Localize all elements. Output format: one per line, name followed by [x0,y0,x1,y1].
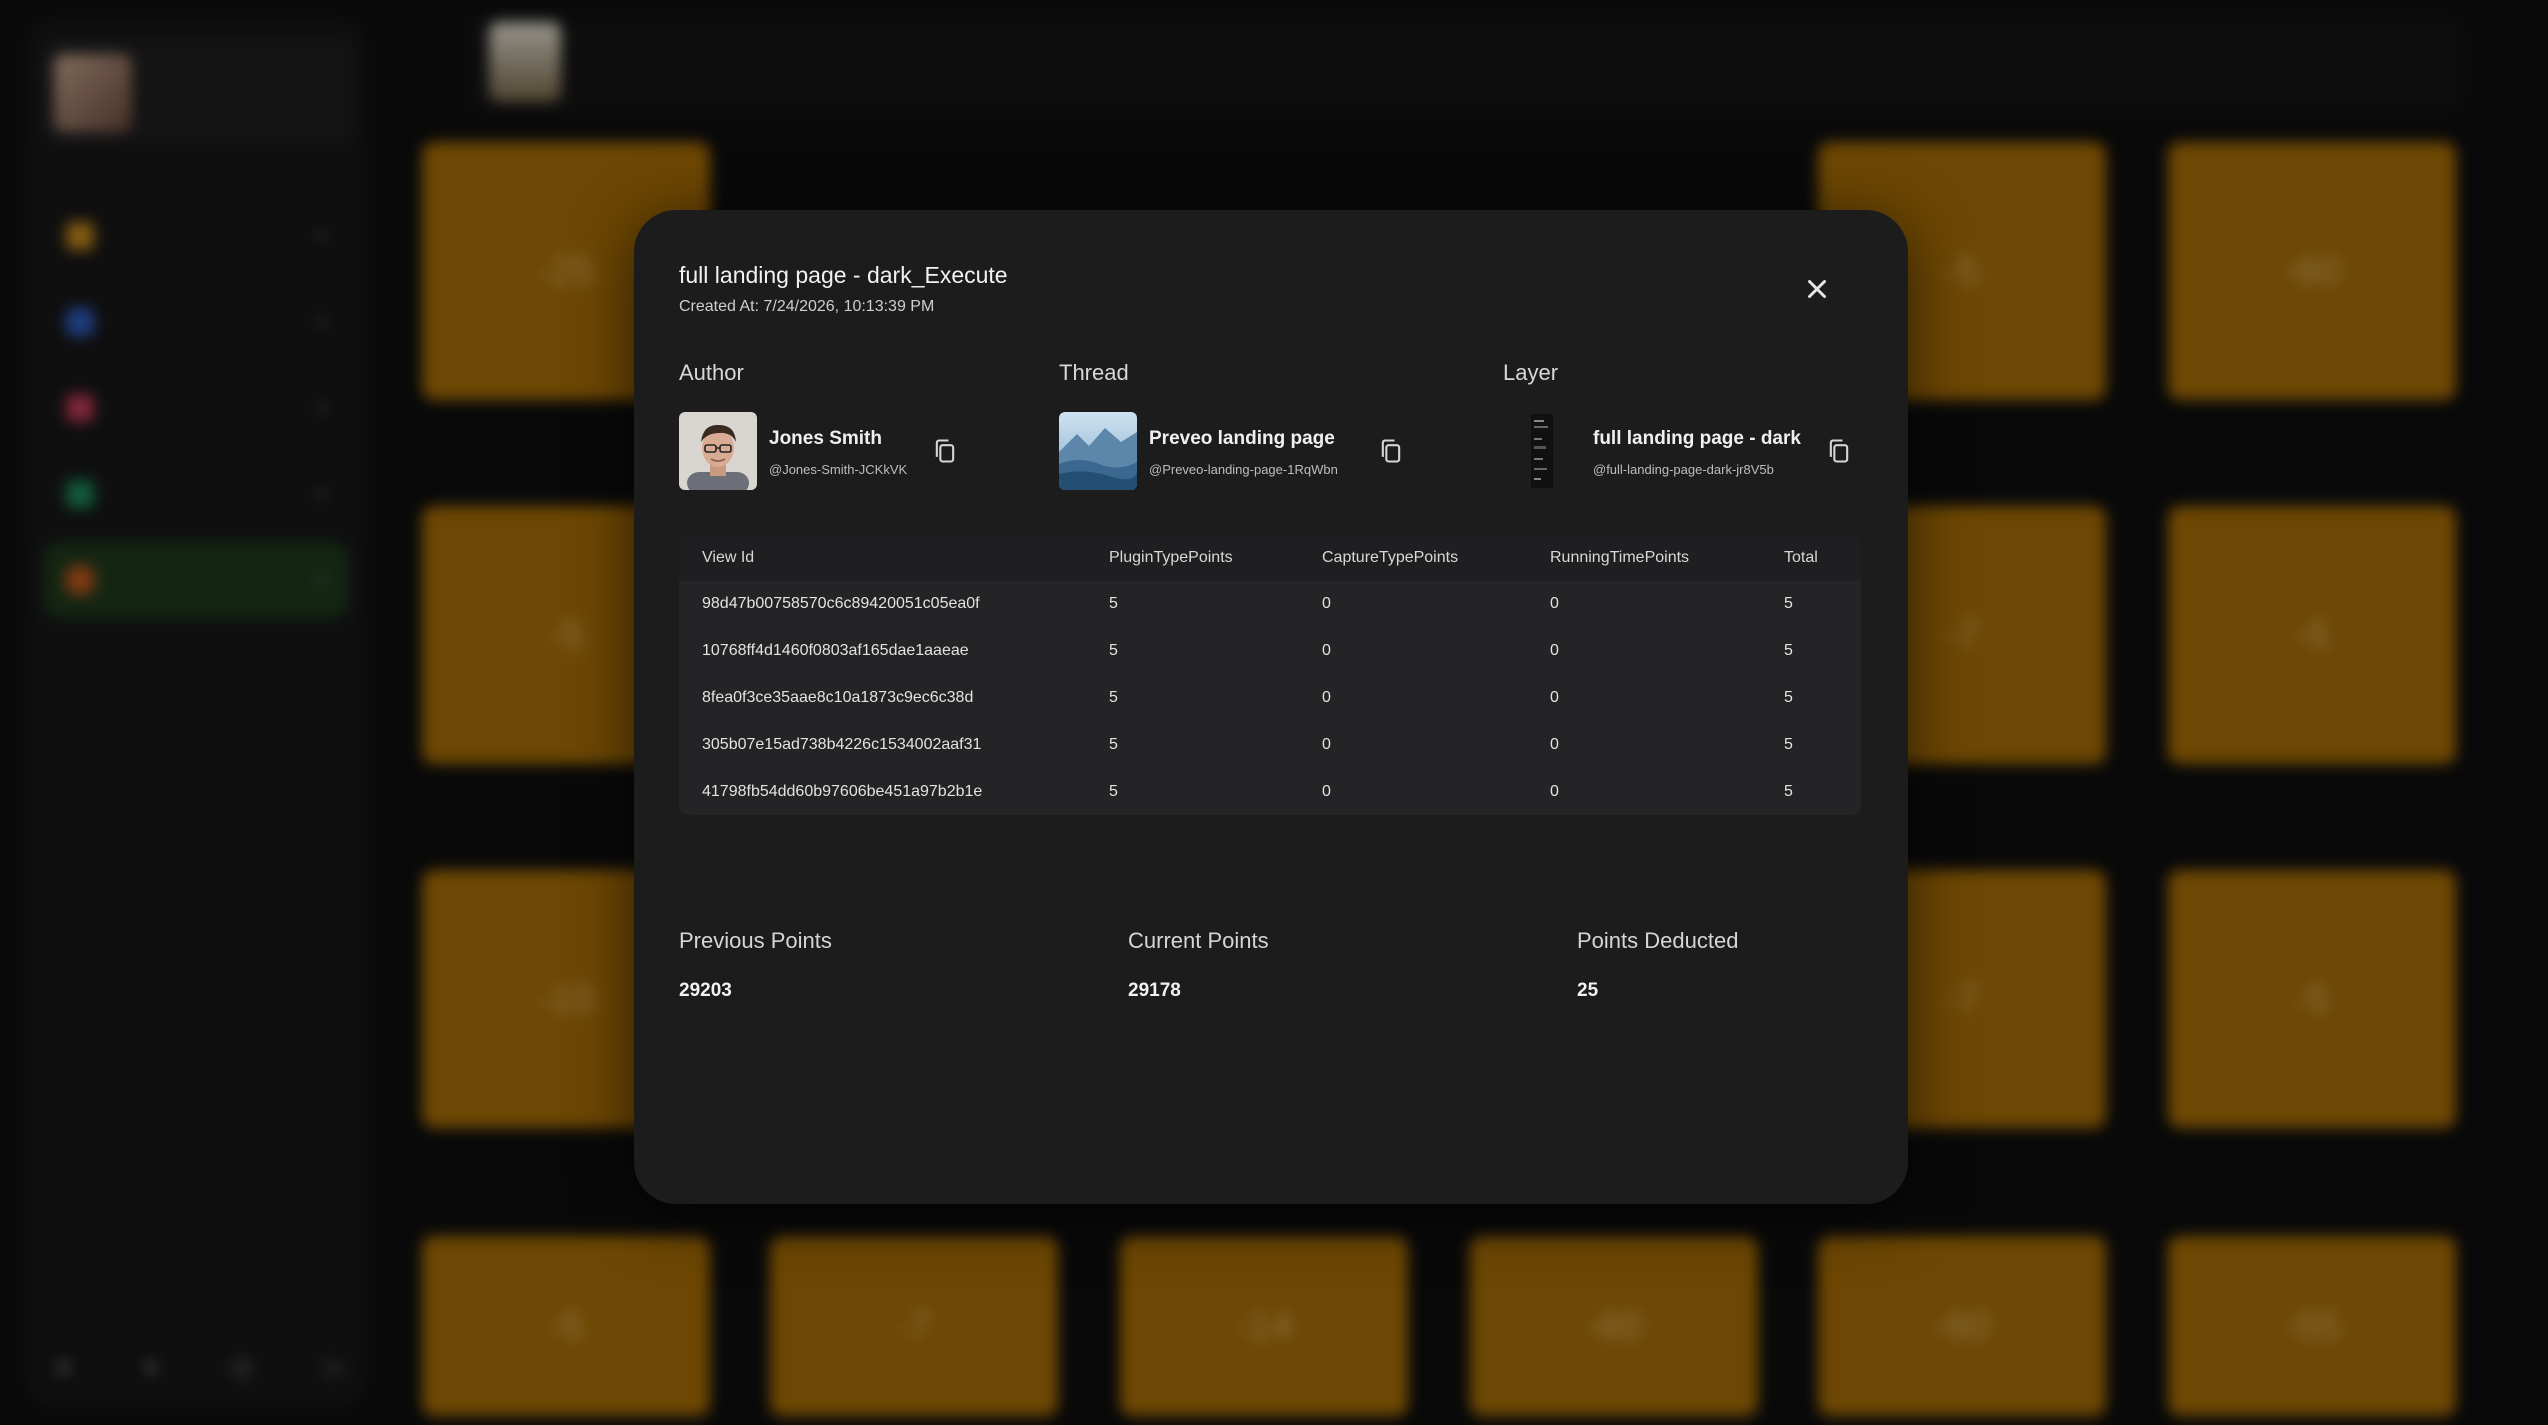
created-at: Created At: 7/24/2026, 10:13:39 PM [679,298,935,315]
running-points-cell: 0 [1550,736,1559,753]
table-row: 305b07e15ad738b4226c1534002aaf31 5 0 0 5 [679,722,1861,769]
capture-points-cell: 0 [1322,736,1331,753]
running-points-cell: 0 [1550,689,1559,706]
column-header: CaptureTypePoints [1322,549,1459,566]
total-cell: 5 [1784,689,1793,706]
current-points-label: Current Points [1128,928,1269,953]
plugin-points-cell: 5 [1109,642,1118,659]
thread-heading: Thread [1059,360,1129,385]
thread-handle: @Preveo-landing-page-1RqWbn [1149,462,1338,477]
capture-points-cell: 0 [1322,642,1331,659]
modal-title: full landing page - dark_Execute [679,262,1008,288]
plugin-points-cell: 5 [1109,689,1118,706]
view-id-cell: 41798fb54dd60b97606be451a97b2b1e [702,783,983,800]
copy-icon[interactable] [931,436,959,466]
total-cell: 5 [1784,736,1793,753]
author-avatar [679,412,757,490]
layer-name: full landing page - dark [1593,428,1801,449]
points-deducted-value: 25 [1577,980,1599,1001]
thread-card: Preveo landing page @Preveo-landing-page… [1059,412,1439,490]
points-deducted-label: Points Deducted [1577,928,1739,953]
table-row: 8fea0f3ce35aae8c10a1873c9ec6c38d 5 0 0 5 [679,675,1861,722]
thread-thumbnail [1059,412,1137,490]
capture-points-cell: 0 [1322,595,1331,612]
capture-points-cell: 0 [1322,783,1331,800]
thread-name: Preveo landing page [1149,428,1335,449]
layer-thumbnail [1503,412,1581,490]
author-name: Jones Smith [769,428,882,449]
column-header: Total [1784,549,1818,566]
author-card: Jones Smith @Jones-Smith-JCKkVK [679,412,1019,490]
table-header: View Id PluginTypePoints CaptureTypePoin… [679,535,1861,581]
view-id-cell: 305b07e15ad738b4226c1534002aaf31 [702,736,982,753]
layer-card: full landing page - dark @full-landing-p… [1503,412,1873,490]
layer-heading: Layer [1503,360,1559,385]
view-id-cell: 10768ff4d1460f0803af165dae1aaeae [702,642,969,659]
previous-points-label: Previous Points [679,928,832,953]
table-row: 98d47b00758570c6c89420051c05ea0f 5 0 0 5 [679,581,1861,628]
plugin-points-cell: 5 [1109,595,1118,612]
running-points-cell: 0 [1550,783,1559,800]
column-header: RunningTimePoints [1550,549,1690,566]
table-row: 10768ff4d1460f0803af165dae1aaeae 5 0 0 5 [679,628,1861,675]
plugin-points-cell: 5 [1109,736,1118,753]
total-cell: 5 [1784,642,1793,659]
current-points-value: 29178 [1128,980,1181,1001]
previous-points-value: 29203 [679,980,732,1001]
view-id-cell: 98d47b00758570c6c89420051c05ea0f [702,595,980,612]
running-points-cell: 0 [1550,642,1559,659]
running-points-cell: 0 [1550,595,1559,612]
view-id-cell: 8fea0f3ce35aae8c10a1873c9ec6c38d [702,689,974,706]
column-header: View Id [702,549,755,566]
layer-handle: @full-landing-page-dark-jr8V5b [1593,462,1774,477]
close-icon[interactable] [1802,274,1832,304]
author-handle: @Jones-Smith-JCKkVK [769,462,908,477]
view-points-table: View Id PluginTypePoints CaptureTypePoin… [679,535,1861,815]
total-cell: 5 [1784,595,1793,612]
column-header: PluginTypePoints [1109,549,1233,566]
copy-icon[interactable] [1377,436,1405,466]
author-heading: Author [679,360,744,385]
total-cell: 5 [1784,783,1793,800]
table-row: 41798fb54dd60b97606be451a97b2b1e 5 0 0 5 [679,769,1861,815]
plugin-points-cell: 5 [1109,783,1118,800]
capture-points-cell: 0 [1322,689,1331,706]
copy-icon[interactable] [1825,436,1853,466]
execution-details-modal: full landing page - dark_Execute Created… [634,210,1908,1204]
